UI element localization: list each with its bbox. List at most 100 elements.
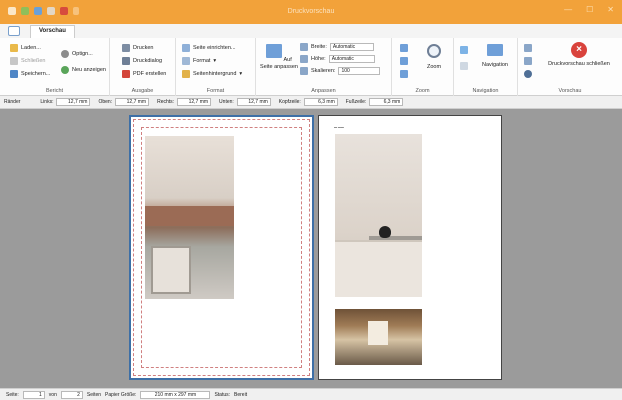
preview-page-1[interactable] — [129, 115, 314, 380]
close-icon[interactable]: ✕ — [607, 5, 614, 14]
group-anpassen: Auf Seite anpassen Breite: Automatic Höhe… — [256, 38, 392, 96]
format-dropdown[interactable]: Format ▾ — [182, 57, 216, 65]
rechts-label: Rechts: — [157, 99, 175, 105]
window-title: Druckvorschau — [287, 8, 335, 15]
chevron-down-icon: ▾ — [213, 58, 217, 64]
group-bericht: Laden... Schließen Speichern... Optign..… — [0, 38, 110, 96]
von-label: von — [48, 391, 57, 398]
status-bar: Seite: 1 von 2 Seiten Papier Größe: 210 … — [0, 388, 622, 400]
save-report-icon — [10, 70, 18, 78]
minimize-icon[interactable]: — — [564, 5, 572, 14]
preview-canvas[interactable]: ▬ ▬▬ — [0, 110, 622, 388]
photo-door-detail — [368, 321, 388, 345]
fit-page-icon — [266, 44, 283, 58]
format-icon — [182, 57, 190, 65]
skalieren-input[interactable]: 100 — [338, 67, 381, 75]
title-bar: Druckvorschau — ☐ ✕ — [0, 0, 622, 24]
close-report-icon — [10, 57, 18, 65]
close-preview-icon: × — [571, 42, 587, 58]
maximize-icon[interactable]: ☐ — [586, 5, 593, 14]
fusszeile-input[interactable]: 6,3 mm — [369, 98, 404, 106]
photo-bird-detail — [379, 226, 391, 238]
auf-seite-anpassen-button[interactable]: Auf Seite anpassen — [260, 44, 298, 70]
group-label-navigation: Navigation — [472, 88, 499, 94]
oben-input[interactable]: 12,7 mm — [115, 98, 150, 106]
group-format: Seite einrichten... Format ▾ Seitenhinter… — [176, 38, 256, 96]
druckdialog-button[interactable]: Druckdialog — [122, 57, 162, 65]
current-page-input[interactable]: 1 — [22, 390, 45, 399]
print-dialog-icon — [122, 57, 130, 65]
gear-icon — [61, 50, 69, 58]
page-setup-icon — [182, 44, 190, 52]
margins-bar: Ränder Links: 12,7 mm Oben: 12,7 mm Rech… — [0, 96, 622, 109]
window-controls: — ☐ ✕ — [564, 5, 614, 14]
two-pages-icon[interactable] — [400, 57, 408, 65]
speichern-button[interactable]: Speichern... — [10, 70, 50, 78]
seiten-label: Seiten — [86, 391, 102, 398]
fusszeile-label: Fußzeile: — [345, 99, 367, 105]
seitenhintergrund-dropdown[interactable]: Seitenhintergrund ▾ — [182, 70, 242, 78]
group-vorschau: × Druckvorschau schließen Vorschau — [518, 38, 622, 96]
ribbon: Laden... Schließen Speichern... Optign..… — [0, 38, 622, 96]
hoehe-select[interactable]: Automatic — [328, 55, 375, 63]
zoom-button[interactable]: Zoom — [420, 44, 448, 70]
seite-einrichten-button[interactable]: Seite einrichten... — [182, 44, 236, 52]
page-header-text: ▬ ▬▬ — [334, 125, 344, 129]
photo-frame-detail — [335, 240, 422, 297]
rechts-input[interactable]: 12,7 mm — [177, 98, 212, 106]
group-label-bericht: Bericht — [45, 88, 64, 94]
photo-ceiling-beam — [145, 136, 234, 299]
group-label-ausgabe: Ausgabe — [131, 88, 154, 94]
preview-page-2[interactable]: ▬ ▬▬ — [318, 115, 502, 380]
chevron-down-icon: ▾ — [239, 71, 243, 77]
close-preview-button[interactable]: × Druckvorschau schließen — [544, 42, 614, 68]
group-label-format: Format — [206, 88, 225, 94]
breite-control: Breite: Automatic — [300, 43, 374, 51]
tab-vorschau[interactable]: Vorschau — [30, 25, 75, 38]
pdf-icon — [122, 70, 130, 78]
printer-icon — [122, 44, 130, 52]
group-label-zoom: Zoom — [415, 88, 430, 94]
file-menu-icon[interactable] — [8, 26, 20, 36]
photo-wall-bird — [335, 134, 422, 297]
neu-anzeigen-button[interactable]: Neu anzeigen — [61, 66, 106, 74]
drucken-button[interactable]: Drucken — [122, 44, 153, 52]
view-options-icon[interactable] — [524, 70, 532, 78]
folder-open-icon — [10, 44, 18, 52]
papier-label: Papier Größe: — [105, 391, 137, 398]
previous-page-icon[interactable] — [460, 62, 468, 70]
links-label: Links: — [40, 99, 54, 105]
links-input[interactable]: 12,7 mm — [56, 98, 91, 106]
skalieren-control: Skalieren: 100 — [300, 67, 381, 75]
margins-title: Ränder — [4, 99, 21, 105]
single-page-icon[interactable] — [400, 44, 408, 52]
first-page-icon[interactable] — [460, 46, 468, 54]
oben-label: Oben: — [98, 99, 113, 105]
status-value: Bereit — [234, 391, 248, 398]
schliessen-button[interactable]: Schließen — [10, 57, 45, 65]
group-ausgabe: Drucken Druckdialog PDF erstellen Ausgab… — [110, 38, 176, 96]
kopfzeile-input[interactable]: 6,3 mm — [303, 98, 338, 106]
breite-select[interactable]: Automatic — [329, 43, 374, 51]
multi-pages-icon[interactable] — [400, 70, 408, 78]
optionen-button[interactable]: Optign... — [61, 50, 93, 58]
scale-icon — [300, 67, 308, 75]
status-label: Status: — [214, 391, 231, 398]
laden-button[interactable]: Laden... — [10, 44, 41, 52]
pdf-button[interactable]: PDF erstellen — [122, 70, 166, 78]
width-icon — [300, 43, 308, 51]
photo-interior-room — [335, 309, 422, 365]
magnifier-icon — [427, 44, 441, 58]
navigation-button[interactable]: Navigation — [476, 44, 514, 68]
unten-label: Unten: — [219, 99, 234, 105]
unten-input[interactable]: 12,7 mm — [236, 98, 271, 106]
paper-size-field: 210 mm x 297 mm — [140, 390, 211, 399]
group-zoom: Zoom Zoom — [392, 38, 454, 96]
ribbon-tabs: Vorschau — [0, 24, 622, 38]
next-page-icon — [487, 44, 503, 56]
photo-window-detail — [151, 246, 191, 294]
seite-label: Seite: — [6, 391, 19, 398]
group-label-anpassen: Anpassen — [311, 88, 336, 94]
thumbnails-icon[interactable] — [524, 44, 532, 52]
outline-icon[interactable] — [524, 57, 532, 65]
